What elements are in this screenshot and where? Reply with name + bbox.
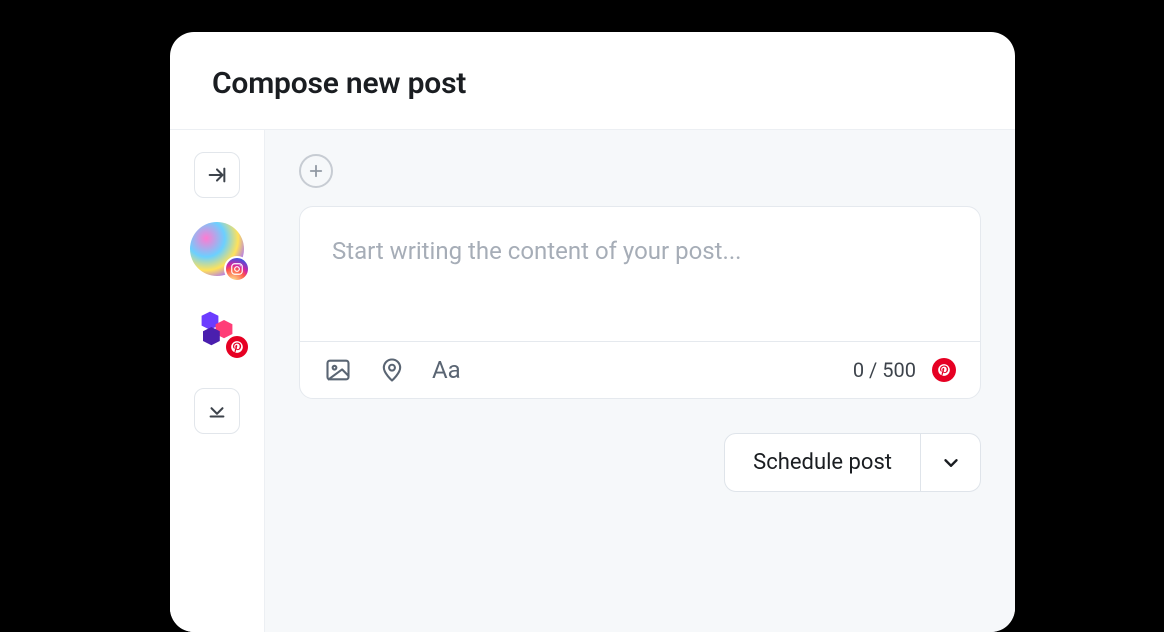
collapse-sidebar-button[interactable] xyxy=(194,152,240,198)
chevron-down-icon xyxy=(940,452,962,474)
schedule-options-dropdown[interactable] xyxy=(921,433,981,492)
add-post-row xyxy=(299,154,981,188)
modal-header: Compose new post xyxy=(170,32,1015,130)
modal-body: Aa 0 / 500 Schedule post xyxy=(170,130,1015,632)
expand-accounts-button[interactable] xyxy=(194,388,240,434)
schedule-post-button[interactable]: Schedule post xyxy=(724,433,921,492)
expand-down-icon xyxy=(206,400,228,422)
composer-toolbar: Aa 0 / 500 xyxy=(300,341,980,398)
collapse-icon xyxy=(206,164,228,186)
pinterest-badge-icon xyxy=(224,334,250,360)
add-location-button[interactable] xyxy=(378,356,406,384)
char-count: 0 / 500 xyxy=(853,358,916,382)
toolbar-left: Aa xyxy=(324,356,461,384)
plus-icon xyxy=(307,162,325,180)
account-instagram[interactable] xyxy=(190,222,244,276)
composer-card: Aa 0 / 500 xyxy=(299,206,981,399)
network-pinterest-icon xyxy=(932,358,956,382)
accounts-sidebar xyxy=(170,130,265,632)
schedule-button-group: Schedule post xyxy=(724,433,981,492)
modal-title: Compose new post xyxy=(212,66,973,101)
add-image-button[interactable] xyxy=(324,356,352,384)
compose-post-modal: Compose new post xyxy=(170,32,1015,632)
account-pinterest[interactable] xyxy=(190,300,244,354)
text-style-icon: Aa xyxy=(432,358,461,382)
location-pin-icon xyxy=(378,356,406,384)
post-content-input[interactable] xyxy=(300,207,980,337)
composer-main: Aa 0 / 500 Schedule post xyxy=(265,130,1015,632)
add-post-button[interactable] xyxy=(299,154,333,188)
image-icon xyxy=(324,356,352,384)
text-style-button[interactable]: Aa xyxy=(432,358,461,382)
composer-footer: Schedule post xyxy=(299,433,981,492)
instagram-badge-icon xyxy=(224,256,250,282)
toolbar-right: 0 / 500 xyxy=(853,358,956,382)
